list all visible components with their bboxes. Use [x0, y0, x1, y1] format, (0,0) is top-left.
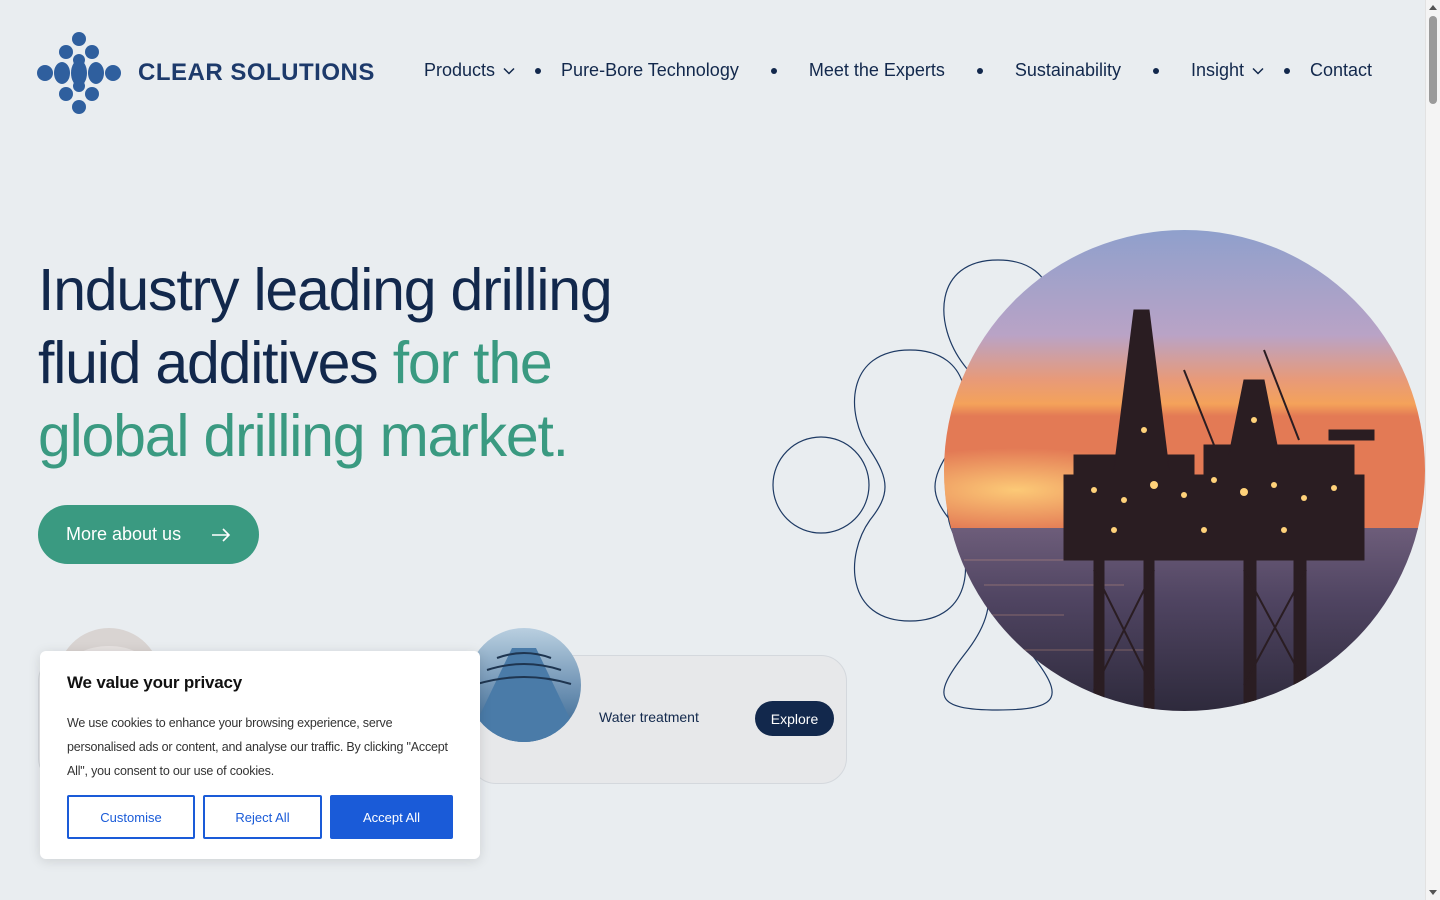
nav-separator-dot	[770, 67, 777, 74]
scrollbar-thumb[interactable]	[1429, 16, 1437, 104]
card-label-water-treatment: Water treatment	[599, 709, 699, 725]
nav-separator-dot	[976, 67, 983, 74]
chevron-down-icon	[503, 67, 515, 75]
nav-item-products[interactable]: Products	[424, 60, 515, 81]
accept-all-button[interactable]: Accept All	[330, 795, 453, 839]
hero-title: Industry leading drilling fluid additive…	[38, 254, 678, 473]
nav-item-label: Insight	[1190, 60, 1245, 80]
nav-item-pure-bore[interactable]: Pure-Bore Technology	[561, 60, 739, 81]
cookie-actions: Customise Reject All Accept All	[67, 795, 453, 839]
hero-title-line3: global drilling market.	[38, 403, 569, 469]
customise-button[interactable]: Customise	[67, 795, 195, 839]
nav-item-insight[interactable]: Insight	[1191, 60, 1264, 81]
brand-logo[interactable]: CLEAR SOLUTIONS	[36, 30, 375, 116]
water-channel-thumbnail	[467, 628, 581, 742]
chevron-down-icon	[1252, 67, 1264, 75]
scroll-up-arrow-icon[interactable]	[1429, 5, 1437, 10]
reject-all-button[interactable]: Reject All	[203, 795, 322, 839]
nav-separator-dot	[535, 67, 542, 74]
page: CLEAR SOLUTIONS Products Pure-Bore Techn…	[0, 0, 1425, 900]
hero-title-line2-green: for the	[392, 330, 553, 396]
nav-item-contact[interactable]: Contact	[1310, 60, 1372, 81]
vertical-scrollbar[interactable]	[1425, 0, 1440, 900]
nav-item-sustainability[interactable]: Sustainability	[1015, 60, 1121, 81]
nav-separator-dot	[1152, 67, 1159, 74]
hero-title-line1: Industry leading drilling	[38, 257, 613, 323]
cta-label: More about us	[66, 524, 182, 544]
hero-title-line2-dark: fluid additives	[38, 330, 393, 396]
cookie-body: We use cookies to enhance your browsing …	[67, 716, 448, 778]
water-channel-image	[467, 628, 581, 742]
oil-rig-illustration	[944, 230, 1425, 711]
nav-item-label: Products	[424, 60, 496, 80]
nav-separator-dot	[1284, 67, 1291, 74]
nav-item-label: Sustainability	[1014, 60, 1121, 80]
cookie-title: We value your privacy	[67, 673, 243, 692]
nav-item-label: Contact	[1310, 60, 1373, 80]
nav-item-experts[interactable]: Meet the Experts	[809, 60, 945, 81]
more-about-us-button[interactable]: More about us	[38, 505, 259, 564]
cookie-banner: We value your privacy We use cookies to …	[40, 651, 480, 859]
nav-item-label: Pure-Bore Technology	[561, 60, 739, 80]
hero-image	[944, 230, 1425, 711]
logo-mark-icon	[37, 32, 121, 114]
arrow-right-icon	[212, 527, 231, 542]
nav-item-label: Meet the Experts	[808, 60, 945, 80]
explore-button[interactable]: Explore	[755, 701, 834, 736]
main-nav: Products Pure-Bore Technology Meet the E…	[424, 60, 1372, 81]
scroll-down-arrow-icon[interactable]	[1429, 890, 1437, 895]
brand-name: CLEAR SOLUTIONS	[138, 59, 375, 86]
